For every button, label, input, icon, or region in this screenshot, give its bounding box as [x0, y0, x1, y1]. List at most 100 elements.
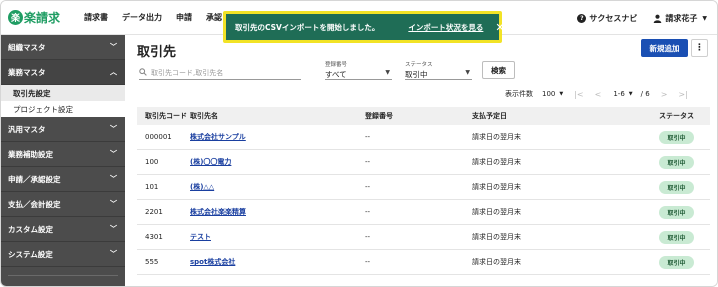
- help-menu[interactable]: ? サクセスナビ: [577, 13, 637, 24]
- table-row: 000001 株式会社サンプル -- 請求日の翌月末 取引中: [137, 125, 710, 150]
- chevron-down-icon: ﹀: [110, 200, 117, 208]
- chevron-down-icon: ﹀: [110, 150, 117, 158]
- app-logo[interactable]: 楽 楽請求: [8, 9, 84, 26]
- nav-data-export[interactable]: データ出力: [122, 12, 162, 23]
- sidebar-subitem-project-settings[interactable]: プロジェクト設定: [1, 101, 125, 117]
- chevron-down-icon: ﹀: [110, 225, 117, 233]
- page-size-label: 表示件数: [505, 90, 533, 98]
- column-header-code[interactable]: 取引先コード: [137, 111, 190, 121]
- sidebar-item-label: 業務補助設定: [8, 149, 53, 159]
- sidebar-item-payment-settings[interactable]: 支払／会計設定 ﹀: [1, 192, 125, 217]
- import-toast: 取引先のCSVインポートを開始しました。 インポート状況を見る ✕: [223, 11, 505, 43]
- page-title: 取引先: [137, 45, 177, 60]
- page-size-select[interactable]: 100 ▼: [542, 90, 563, 98]
- chevron-down-icon: ﹀: [110, 43, 117, 51]
- client-name-link[interactable]: テスト: [190, 233, 211, 241]
- status-badge: 取引中: [659, 180, 694, 194]
- sidebar-item-system-settings[interactable]: システム設定 ﹀: [1, 242, 125, 267]
- nav-approval[interactable]: 承認: [206, 12, 222, 23]
- prev-page-icon[interactable]: <: [595, 90, 602, 99]
- cell-payment-date: 請求日の翌月末: [472, 158, 521, 166]
- status-badge: 取引中: [659, 255, 694, 269]
- help-label: サクセスナビ: [589, 13, 638, 23]
- column-header-registration[interactable]: 登録番号: [365, 111, 472, 121]
- client-name-link[interactable]: spot株式会社: [190, 258, 235, 266]
- status-badge: 取引中: [659, 155, 694, 169]
- status-filter-select[interactable]: ステータス 取引中 ▼: [405, 60, 472, 80]
- cell-registration: --: [365, 258, 371, 266]
- nav-application[interactable]: 申請: [176, 12, 192, 23]
- cell-registration: --: [365, 183, 371, 191]
- column-header-status[interactable]: ステータス: [643, 111, 710, 121]
- sidebar-item-label: カスタム設定: [8, 224, 53, 234]
- cell-registration: --: [365, 233, 371, 241]
- nav-invoice[interactable]: 請求書: [84, 12, 108, 23]
- dropdown-arrow-icon: ▼: [385, 69, 390, 76]
- status-filter-value: 取引中: [405, 70, 428, 79]
- sidebar-subitem-client-settings[interactable]: 取引先設定: [1, 85, 125, 101]
- client-name-link[interactable]: 株式会社楽楽精算: [190, 208, 246, 216]
- sidebar-item-label: システム設定: [8, 249, 53, 259]
- cell-payment-date: 請求日の翌月末: [472, 183, 521, 191]
- first-page-icon[interactable]: |<: [574, 90, 583, 99]
- cell-registration: --: [365, 133, 371, 141]
- sidebar-item-general-master[interactable]: 汎用マスタ ﹀: [1, 117, 125, 142]
- cell-code: 4301: [145, 233, 163, 241]
- sidebar-item-label: 支払／会計設定: [8, 199, 61, 209]
- status-filter-label: ステータス: [405, 62, 433, 68]
- table-row: 101 (株)△△ -- 請求日の翌月末 取引中: [137, 175, 710, 200]
- logo-text: 楽請求: [24, 11, 61, 25]
- page-range-value: 1-6: [613, 90, 625, 98]
- import-status-link[interactable]: インポート状況を見る: [408, 22, 483, 33]
- user-icon: [654, 14, 662, 23]
- client-name-link[interactable]: (株)△△: [190, 183, 214, 191]
- top-nav: 請求書 データ出力 申請 承認: [84, 12, 236, 23]
- client-name-link[interactable]: 株式会社サンプル: [190, 133, 246, 141]
- cell-code: 2201: [145, 208, 163, 216]
- search-icon: [139, 67, 147, 78]
- sidebar-item-business-master[interactable]: 業務マスタ ︿: [1, 60, 125, 85]
- search-input[interactable]: [151, 68, 291, 77]
- column-header-payment-date[interactable]: 支払予定日: [472, 111, 643, 121]
- chevron-down-icon: ▼: [628, 91, 633, 97]
- column-header-name[interactable]: 取引先名: [190, 111, 365, 121]
- cell-payment-date: 請求日の翌月末: [472, 233, 521, 241]
- sidebar-item-approval-settings[interactable]: 申請／承認設定 ﹀: [1, 167, 125, 192]
- sidebar-item-custom-settings[interactable]: カスタム設定 ﹀: [1, 217, 125, 242]
- last-page-icon[interactable]: >|: [678, 90, 687, 99]
- chevron-down-icon: ▼: [702, 14, 707, 22]
- cell-code: 000001: [145, 133, 172, 141]
- toast-message: 取引先のCSVインポートを開始しました。: [235, 22, 380, 32]
- table-row: 2201 株式会社楽楽精算 -- 請求日の翌月末 取引中: [137, 200, 710, 225]
- close-icon[interactable]: ✕: [495, 21, 504, 34]
- clients-table: 取引先コード 取引先名 登録番号 支払予定日 ステータス 000001 株式会社…: [137, 107, 710, 275]
- user-name: 請求花子: [665, 13, 698, 23]
- dropdown-arrow-icon: ▼: [465, 69, 470, 76]
- add-new-button[interactable]: 新規追加: [641, 39, 688, 57]
- next-page-icon[interactable]: >: [661, 90, 668, 99]
- status-badge: 取引中: [659, 205, 694, 219]
- sidebar-item-label: 業務マスタ: [8, 67, 46, 77]
- registration-filter-value: すべて: [325, 70, 347, 79]
- cell-code: 100: [145, 158, 159, 166]
- table-row: 4301 テスト -- 請求日の翌月末 取引中: [137, 225, 710, 250]
- sidebar-item-label: 汎用マスタ: [8, 124, 46, 134]
- page-total: / 6: [640, 90, 650, 98]
- sidebar-item-label: 組織マスタ: [8, 42, 46, 52]
- registration-filter-label: 登録番号: [325, 62, 348, 68]
- page-size-value: 100: [542, 90, 556, 98]
- user-menu[interactable]: 請求花子 ▼: [653, 13, 707, 24]
- registration-filter-select[interactable]: 登録番号 すべて ▼: [325, 60, 392, 80]
- more-options-button[interactable]: ⋮: [691, 39, 708, 57]
- search-button[interactable]: 検索: [482, 61, 515, 79]
- sidebar-item-label: 申請／承認設定: [8, 174, 61, 184]
- table-header: 取引先コード 取引先名 登録番号 支払予定日 ステータス: [137, 107, 710, 125]
- client-name-link[interactable]: (株)〇〇電力: [190, 158, 231, 166]
- sidebar: 組織マスタ ﹀ 業務マスタ ︿ 取引先設定 プロジェクト設定 汎用マスタ ﹀ 業…: [1, 35, 125, 286]
- chevron-down-icon: ﹀: [110, 175, 117, 183]
- search-field[interactable]: [139, 66, 301, 80]
- pagination: 表示件数 100 ▼ |< < 1-6 ▼ / 6 > >|: [505, 87, 688, 101]
- page-range-select[interactable]: 1-6 ▼: [613, 90, 632, 98]
- sidebar-item-business-support[interactable]: 業務補助設定 ﹀: [1, 142, 125, 167]
- sidebar-item-organization-master[interactable]: 組織マスタ ﹀: [1, 35, 125, 60]
